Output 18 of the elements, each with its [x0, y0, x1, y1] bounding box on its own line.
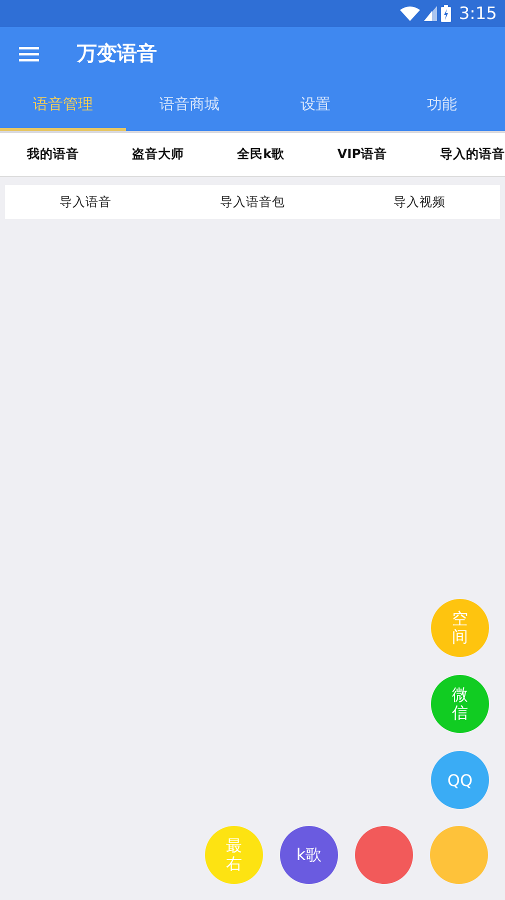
status-time: 3:15 — [458, 4, 497, 24]
tab[interactable]: 语音商城 — [126, 80, 252, 131]
import-button[interactable]: 导入视频 — [394, 194, 446, 210]
import-button[interactable]: 导入语音 — [59, 194, 112, 210]
sub-tab[interactable]: VIP语音 — [337, 146, 387, 163]
app-title: 万变语音 — [77, 40, 157, 67]
signal-icon — [424, 6, 437, 21]
sub-tab[interactable]: 我的语音 — [27, 146, 79, 163]
tab[interactable]: 功能 — [378, 80, 505, 131]
sub-tab[interactable]: 盗音大师 — [132, 146, 184, 163]
tab[interactable]: 设置 — [252, 80, 379, 131]
import-button[interactable]: 导入语音包 — [220, 194, 285, 210]
sub-tab[interactable]: 全民k歌 — [237, 146, 284, 163]
wifi-icon — [400, 6, 420, 21]
share-button[interactable]: k歌 — [280, 826, 338, 884]
sub-tab[interactable]: 导入的语音 — [440, 146, 505, 163]
menu-icon[interactable] — [19, 46, 39, 62]
battery-icon — [440, 5, 451, 22]
